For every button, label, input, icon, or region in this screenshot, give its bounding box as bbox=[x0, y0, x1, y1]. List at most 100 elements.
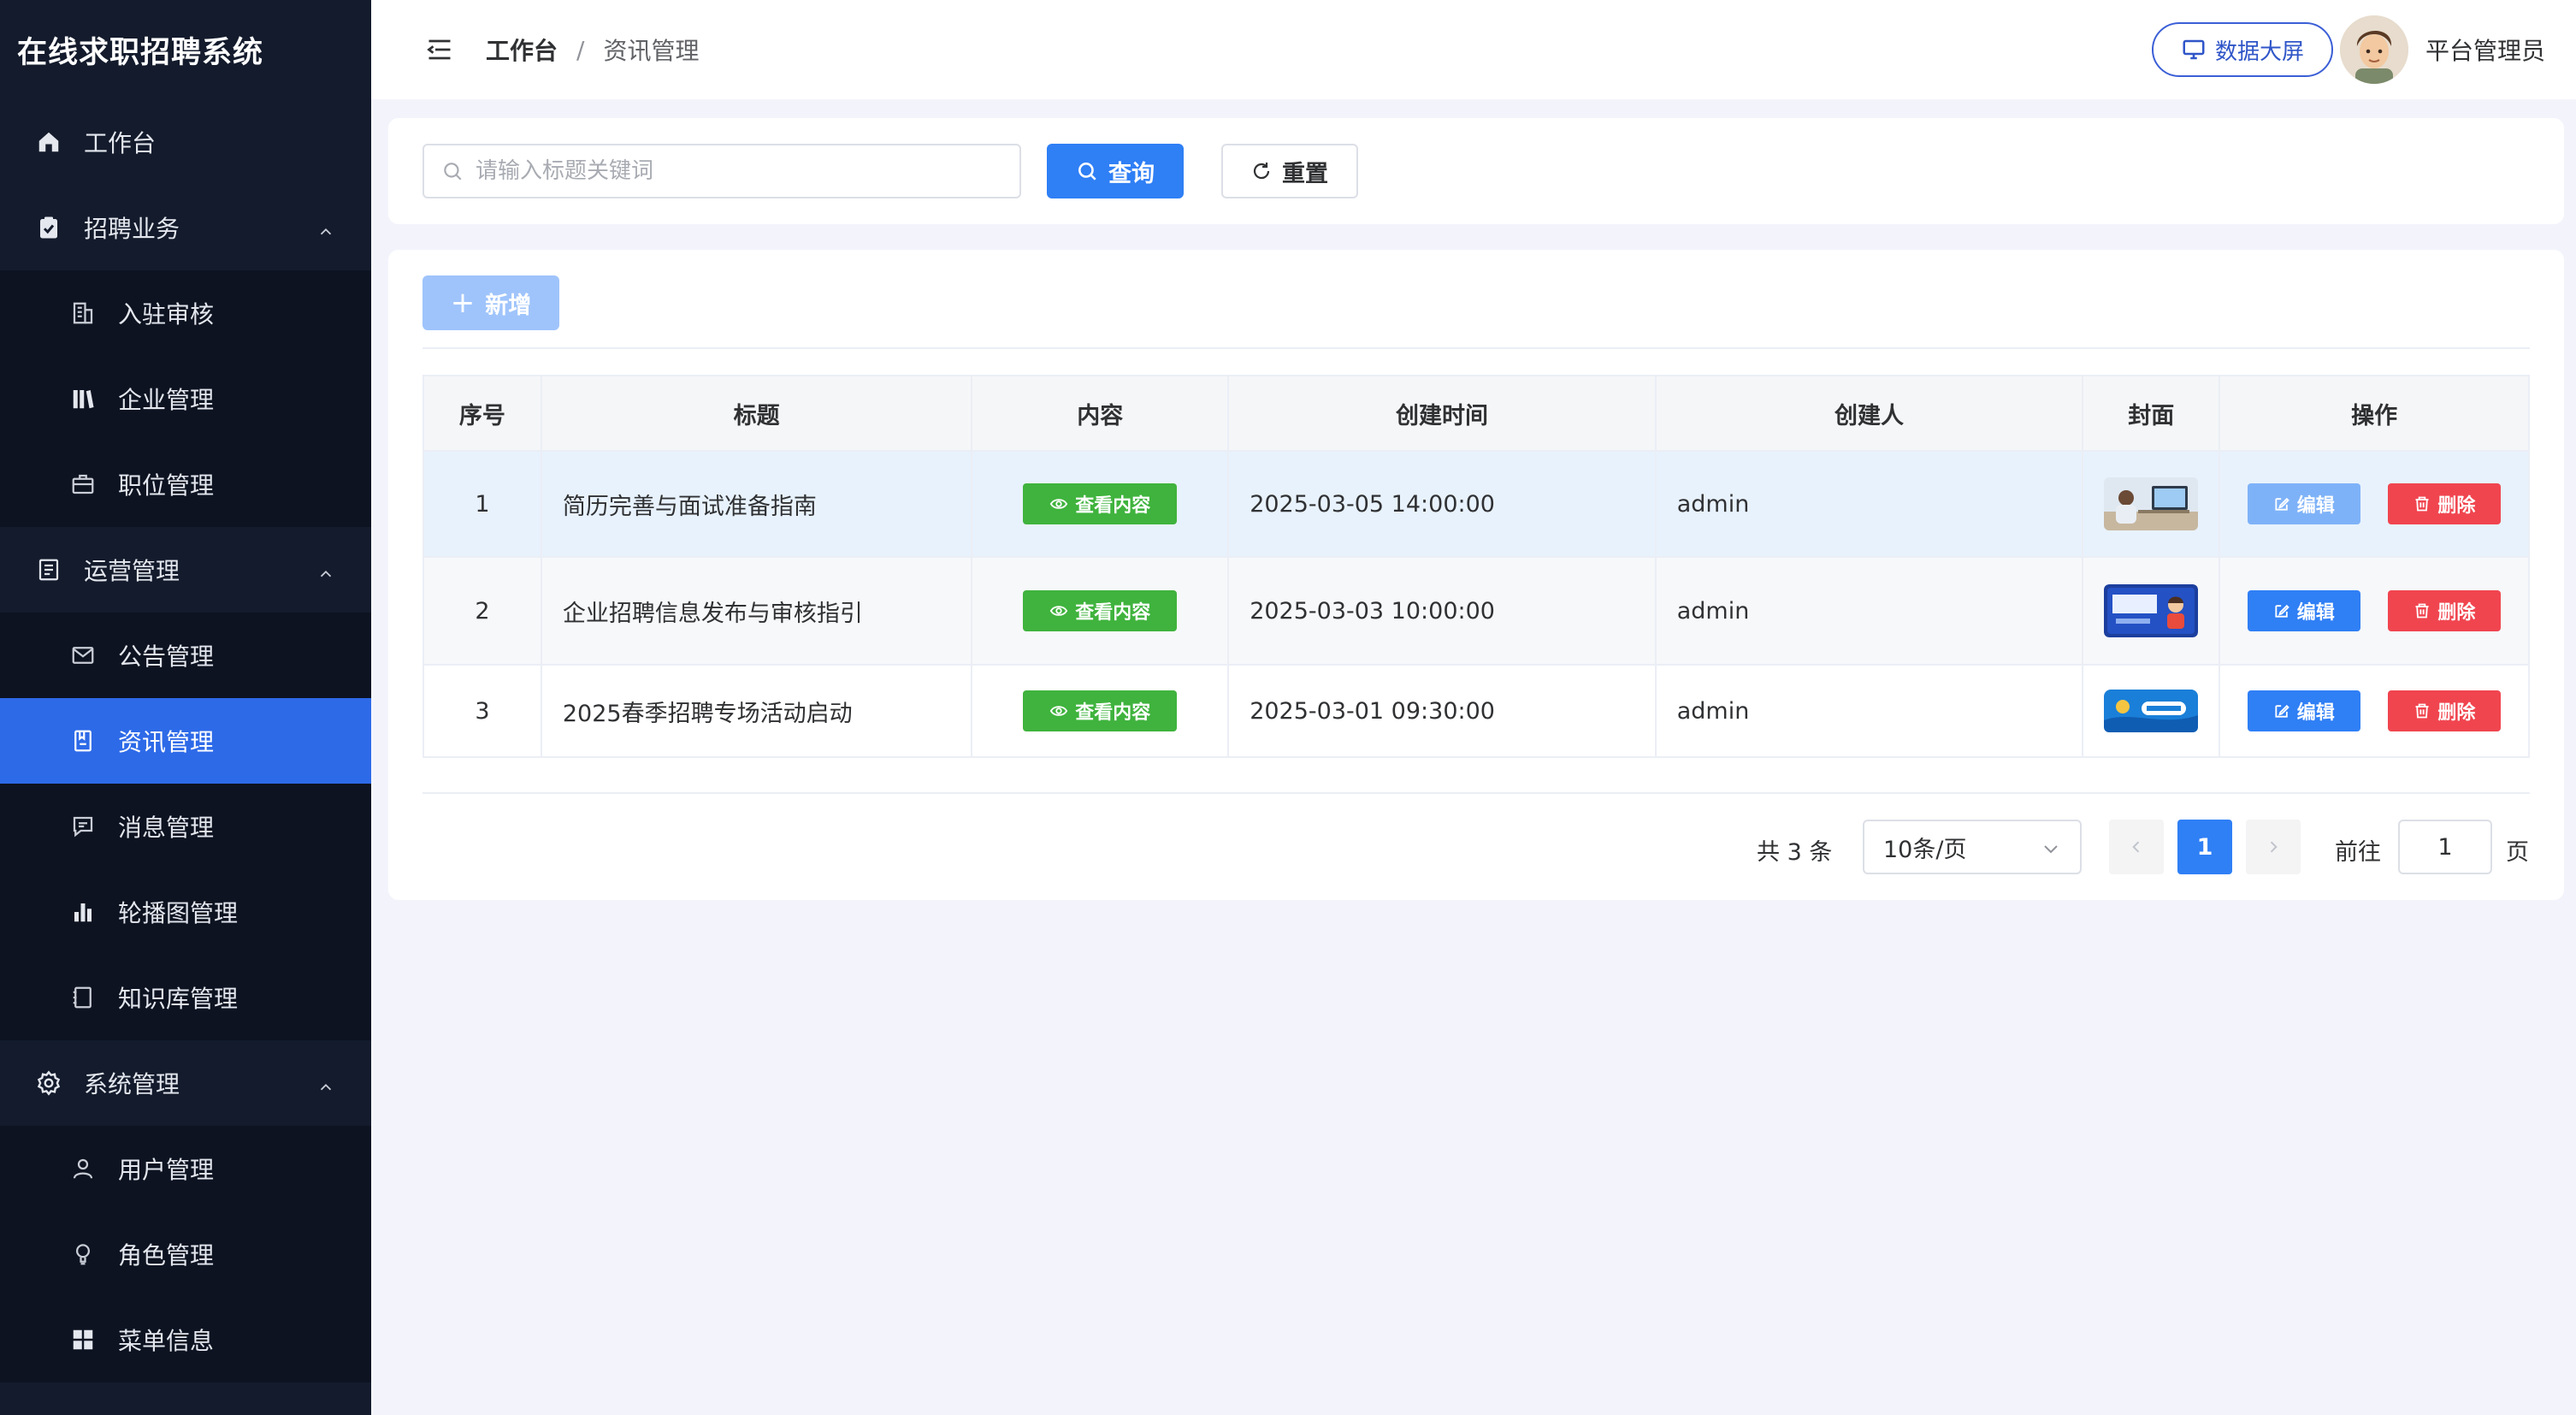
view-content-button[interactable]: 查看内容 bbox=[1023, 590, 1178, 631]
sidebar-group-recruitment[interactable]: 招聘业务 bbox=[0, 185, 371, 270]
sidebar-item-company[interactable]: 企业管理 bbox=[0, 356, 371, 441]
news-table: 序号 标题 内容 创建时间 创建人 封面 操作 1 简历完善与面试准备指南 查看… bbox=[422, 375, 2530, 758]
row-title: 企业招聘信息发布与审核指引 bbox=[540, 556, 973, 666]
cover-thumbnail[interactable] bbox=[2104, 690, 2199, 732]
sidebar: 在线求职招聘系统 工作台 招聘业务 入驻审核 企业管理 职位管理 运营管理 公告… bbox=[0, 0, 371, 1415]
row-index: 2 bbox=[422, 556, 542, 666]
chevron-up-icon bbox=[320, 570, 332, 577]
row-created-at: 2025-03-03 10:00:00 bbox=[1227, 556, 1657, 666]
user-icon bbox=[68, 1154, 97, 1183]
edit-icon bbox=[2275, 704, 2289, 718]
table-row: 2 企业招聘信息发布与审核指引 查看内容 2025-03-03 10:00:00… bbox=[422, 556, 2530, 666]
top-header: 工作台 / 资讯管理 数据大屏 平台管理员 bbox=[371, 0, 2576, 99]
table-row: 3 2025春季招聘专场活动启动 查看内容 2025-03-01 09:30:0… bbox=[422, 664, 2530, 758]
lightbulb-icon bbox=[68, 1240, 97, 1269]
sidebar-item-roles[interactable]: 角色管理 bbox=[0, 1211, 371, 1297]
goto-label: 前往 bbox=[2335, 839, 2381, 866]
sidebar-item-label: 系统管理 bbox=[84, 1070, 180, 1098]
page-size-select[interactable]: 10条/页 bbox=[1863, 820, 2082, 874]
delete-button[interactable]: 删除 bbox=[2388, 483, 2502, 524]
page-suffix-label: 页 bbox=[2506, 839, 2529, 866]
search-input[interactable] bbox=[476, 158, 1006, 184]
edit-icon bbox=[2275, 604, 2289, 618]
sidebar-item-label: 轮播图管理 bbox=[118, 899, 239, 927]
edit-label: 编辑 bbox=[2296, 702, 2335, 724]
view-content-button[interactable]: 查看内容 bbox=[1023, 690, 1178, 731]
sidebar-item-news[interactable]: 资讯管理 bbox=[0, 698, 371, 784]
edit-button[interactable]: 编辑 bbox=[2247, 483, 2360, 524]
sidebar-item-knowledge-base[interactable]: 知识库管理 bbox=[0, 955, 371, 1040]
app-title: 在线求职招聘系统 bbox=[17, 35, 264, 70]
cover-thumbnail[interactable] bbox=[2104, 477, 2199, 530]
collapse-menu-icon[interactable] bbox=[422, 33, 457, 67]
page-number-current[interactable]: 1 bbox=[2177, 820, 2232, 874]
sidebar-item-users[interactable]: 用户管理 bbox=[0, 1126, 371, 1211]
query-label: 查询 bbox=[1108, 160, 1155, 187]
column-header-created-at: 创建时间 bbox=[1227, 375, 1657, 452]
edit-label: 编辑 bbox=[2296, 602, 2335, 624]
sidebar-item-messages[interactable]: 消息管理 bbox=[0, 784, 371, 869]
view-content-button[interactable]: 查看内容 bbox=[1023, 483, 1178, 524]
breadcrumb: 工作台 / 资讯管理 bbox=[486, 33, 699, 67]
book-icon bbox=[68, 983, 97, 1012]
chevron-right-icon bbox=[2270, 841, 2278, 853]
add-button[interactable]: + 新增 bbox=[422, 275, 559, 330]
avatar[interactable] bbox=[2340, 15, 2408, 84]
search-icon bbox=[1078, 163, 1096, 181]
prev-page-button[interactable] bbox=[2109, 820, 2164, 874]
gear-icon bbox=[34, 1069, 63, 1098]
column-header-index: 序号 bbox=[422, 375, 542, 452]
sidebar-item-onboarding-review[interactable]: 入驻审核 bbox=[0, 270, 371, 356]
row-creator: admin bbox=[1654, 664, 2084, 758]
row-creator: admin bbox=[1654, 450, 2084, 558]
pagination-total: 共 3 条 bbox=[1757, 839, 1833, 866]
trash-icon bbox=[2415, 603, 2429, 619]
next-page-button[interactable] bbox=[2246, 820, 2301, 874]
query-button[interactable]: 查询 bbox=[1047, 144, 1184, 198]
plus-icon: + bbox=[450, 286, 476, 320]
search-icon bbox=[444, 163, 462, 181]
delete-button[interactable]: 删除 bbox=[2388, 690, 2502, 731]
table-header-row: 序号 标题 内容 创建时间 创建人 封面 操作 bbox=[422, 375, 2530, 452]
sidebar-item-label: 招聘业务 bbox=[84, 215, 180, 243]
sidebar-item-label: 消息管理 bbox=[118, 814, 215, 842]
breadcrumb-item-dashboard[interactable]: 工作台 bbox=[486, 33, 558, 67]
edit-button[interactable]: 编辑 bbox=[2247, 590, 2360, 631]
sidebar-group-operations[interactable]: 运营管理 bbox=[0, 527, 371, 613]
sidebar-item-label: 菜单信息 bbox=[118, 1327, 215, 1355]
sidebar-item-label: 运营管理 bbox=[84, 557, 180, 585]
column-header-cover: 封面 bbox=[2082, 375, 2221, 452]
sidebar-item-label: 工作台 bbox=[84, 129, 157, 157]
search-field[interactable] bbox=[422, 144, 1021, 198]
edit-button[interactable]: 编辑 bbox=[2247, 690, 2360, 731]
toolbar-divider bbox=[422, 347, 2530, 349]
data-screen-button[interactable]: 数据大屏 bbox=[2152, 22, 2333, 77]
chat-icon bbox=[68, 812, 97, 841]
table-row: 1 简历完善与面试准备指南 查看内容 2025-03-05 14:00:00 a… bbox=[422, 450, 2530, 558]
library-icon bbox=[68, 384, 97, 413]
page-size-value: 10条/页 bbox=[1883, 836, 1967, 863]
notebook-icon bbox=[68, 726, 97, 755]
reset-label: 重置 bbox=[1282, 160, 1328, 187]
cover-thumbnail[interactable] bbox=[2104, 584, 2199, 637]
sidebar-item-positions[interactable]: 职位管理 bbox=[0, 441, 371, 527]
refresh-icon bbox=[1253, 163, 1270, 180]
sidebar-item-announcements[interactable]: 公告管理 bbox=[0, 613, 371, 698]
username[interactable]: 平台管理员 bbox=[2425, 33, 2545, 67]
bar-chart-icon bbox=[68, 897, 97, 927]
goto-page-input[interactable]: 1 bbox=[2398, 820, 2492, 874]
sidebar-item-carousel[interactable]: 轮播图管理 bbox=[0, 869, 371, 955]
trash-icon bbox=[2415, 496, 2429, 512]
sidebar-group-system[interactable]: 系统管理 bbox=[0, 1040, 371, 1126]
row-created-at: 2025-03-05 14:00:00 bbox=[1227, 450, 1657, 558]
reset-button[interactable]: 重置 bbox=[1221, 144, 1358, 198]
sidebar-item-menus[interactable]: 菜单信息 bbox=[0, 1297, 371, 1382]
home-icon bbox=[34, 127, 63, 157]
sidebar-item-dashboard[interactable]: 工作台 bbox=[0, 99, 371, 185]
delete-button[interactable]: 删除 bbox=[2388, 590, 2502, 631]
chevron-up-icon bbox=[320, 228, 332, 235]
data-screen-label: 数据大屏 bbox=[2214, 38, 2304, 65]
column-header-creator: 创建人 bbox=[1654, 375, 2084, 452]
view-content-label: 查看内容 bbox=[1075, 495, 1151, 517]
mail-icon bbox=[68, 641, 97, 670]
